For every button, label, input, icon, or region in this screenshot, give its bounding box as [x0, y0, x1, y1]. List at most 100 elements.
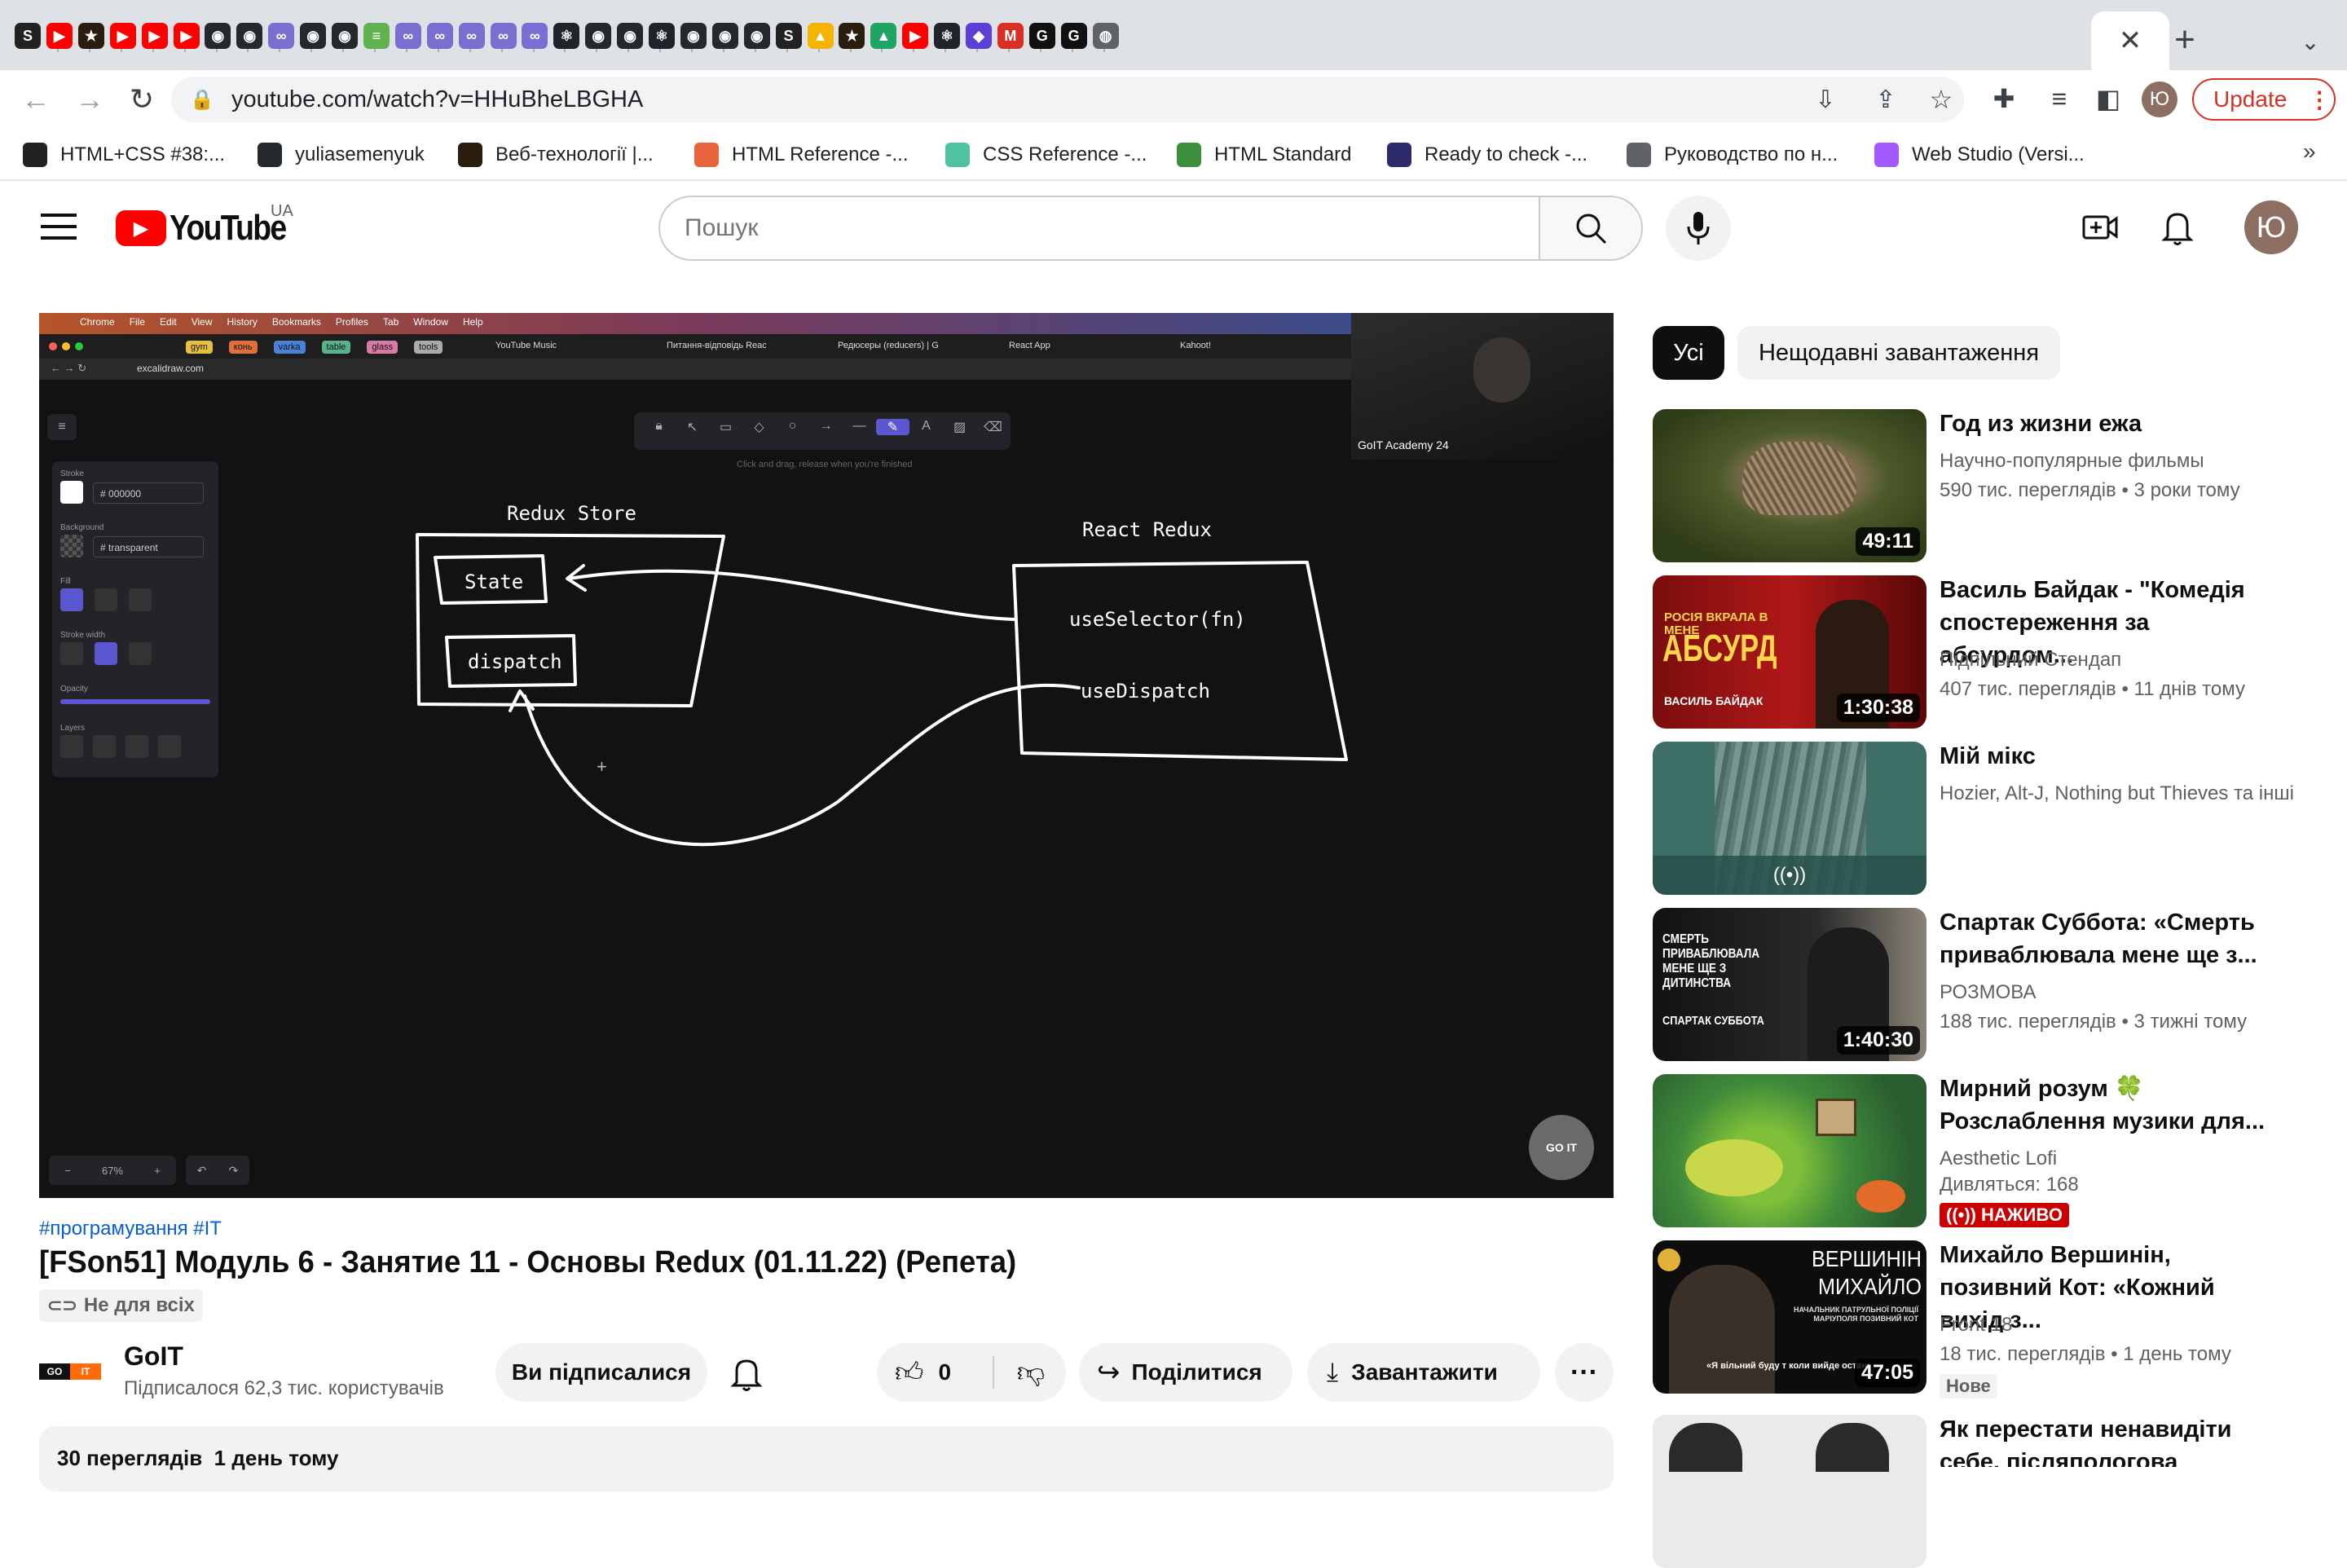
channel-bell-icon[interactable] — [730, 1356, 763, 1392]
lofi-fruit-image — [1856, 1180, 1905, 1213]
bookmark-item[interactable]: HTML Standard — [1177, 139, 1352, 171]
recommendation-title[interactable]: Год из жизни ежа — [1940, 407, 2282, 440]
figma-icon — [1874, 143, 1899, 167]
bookmark-item[interactable]: HTML+CSS #38:... — [23, 139, 225, 171]
reading-list-icon[interactable]: ≡ — [2041, 80, 2078, 117]
recommendation-channel[interactable]: Підпільний Стендап — [1940, 645, 2298, 675]
notifications-bell-icon[interactable] — [2161, 209, 2194, 246]
recommendation-channel[interactable]: РОЗМОВА — [1940, 978, 2298, 1007]
view-count: 188 тис. переглядів — [1940, 1011, 2116, 1033]
search-input[interactable] — [685, 209, 1516, 248]
recommendation-thumbnail[interactable] — [1653, 1415, 1926, 1568]
dislike-button[interactable]: 👎︎ — [996, 1343, 1066, 1402]
share-arrow-icon: ↪ — [1097, 1357, 1121, 1388]
use-selector-label: useSelector(fn) — [1069, 608, 1246, 631]
browser-tab[interactable]: ◍ — [1081, 11, 1130, 60]
update-button[interactable]: Update ⋮ — [2192, 78, 2336, 121]
bookmark-item[interactable]: Web Studio (Versi... — [1874, 139, 2085, 171]
recommendation-channel[interactable]: Научно-популярные фильмы — [1940, 447, 2298, 476]
bookmark-item[interactable]: Ready to check -... — [1387, 139, 1587, 171]
recommendation-thumbnail[interactable]: ((•)) — [1653, 742, 1926, 895]
recommendation-title[interactable]: Мирний розум 🍀 Розслаблення музики для..… — [1940, 1072, 2282, 1138]
redux-store-box — [416, 533, 725, 707]
bookmark-item[interactable]: Веб-технології |... — [458, 139, 654, 171]
recommendation-channel[interactable]: Hozier, Alt-J, Nothing but Thieves та ін… — [1940, 779, 2298, 808]
hamburger-menu-icon[interactable] — [41, 214, 77, 243]
create-video-icon[interactable] — [2081, 210, 2119, 244]
recommendation-thumbnail[interactable] — [1653, 1074, 1926, 1227]
description-box[interactable]: 30 переглядів 1 день тому — [39, 1426, 1614, 1491]
globe-icon — [1627, 143, 1651, 167]
bookmark-label: HTML Reference -... — [732, 143, 909, 165]
tab-search-chevron-icon[interactable]: ⌄ — [2292, 23, 2329, 60]
video-hashtags[interactable]: #програмування #IT — [39, 1218, 222, 1240]
new-tab-icon[interactable]: + — [2164, 20, 2205, 60]
video-title: [FSon51] Модуль 6 - Занятие 11 - Основы … — [39, 1245, 1017, 1280]
extensions-icon[interactable]: ✚ — [1985, 80, 2023, 117]
bookmark-item[interactable]: CSS Reference -... — [945, 139, 1147, 171]
filter-chip[interactable]: Усі — [1653, 326, 1724, 380]
recommendation-thumbnail[interactable]: СМЕРТЬ ПРИВАБЛЮВАЛА МЕНЕ ЩЕ З ДИТИНСТВА … — [1653, 908, 1926, 1061]
filter-chip[interactable]: Нещодавні завантаження — [1737, 326, 2060, 380]
bookmark-item[interactable]: Руководство по н... — [1627, 139, 1838, 171]
bookmark-label: Руководство по н... — [1664, 143, 1838, 165]
download-button[interactable]: ⤓ Завантажити — [1307, 1343, 1540, 1402]
bookmark-item[interactable]: yuliasemenyuk — [258, 139, 425, 171]
recommendation-title[interactable]: Мій мікс — [1940, 740, 2282, 773]
thumbs-down-icon: 👎︎ — [1016, 1356, 1046, 1388]
recommendation-channel[interactable]: Aesthetic Lofi — [1940, 1144, 2298, 1174]
duration-badge: 47:05 — [1855, 1359, 1920, 1387]
recommendation-thumbnail[interactable]: 49:11 — [1653, 409, 1926, 562]
bookmark-label: Ready to check -... — [1424, 143, 1588, 165]
account-avatar[interactable]: Ю — [2244, 200, 2298, 254]
share-button[interactable]: ↪ Поділитися — [1079, 1343, 1292, 1402]
recommendation-thumbnail[interactable]: ВЕРШИНІН МИХАЙЛО НАЧАЛЬНИК ПАТРУЛЬНОЇ ПО… — [1653, 1240, 1926, 1394]
reload-icon[interactable]: ↻ — [122, 80, 161, 119]
bookmark-label: HTML+CSS #38:... — [60, 143, 226, 165]
lock-icon[interactable]: 🔒 — [187, 85, 217, 114]
subscribed-button[interactable]: Ви підписалися — [495, 1343, 707, 1402]
recommendation-channel[interactable]: Front 18 — [1940, 1310, 2298, 1340]
bookmark-star-icon[interactable]: ☆ — [1925, 83, 1957, 116]
github-icon — [258, 143, 282, 167]
like-button[interactable]: 👍︎ 0 — [877, 1343, 993, 1402]
bookmark-label: CSS Reference -... — [983, 143, 1147, 165]
lofi-frog-image — [1685, 1139, 1783, 1196]
share-icon[interactable]: ⇪ — [1869, 83, 1902, 116]
thumbnail-quote: «Я вільний буду т коли вийде останній по… — [1706, 1361, 1869, 1371]
more-bookmarks-icon[interactable]: » — [2303, 139, 2316, 165]
profile-avatar[interactable]: Ю — [2142, 81, 2177, 117]
side-panel-icon[interactable]: ◧ — [2089, 80, 2127, 117]
voice-search-button[interactable] — [1666, 196, 1731, 261]
video-player[interactable]: Chrome File Edit View History Bookmarks Profil… — [39, 313, 1614, 1198]
duration-badge: 1:40:30 — [1836, 1026, 1920, 1055]
active-tab[interactable]: ✕ — [2091, 11, 2169, 70]
s-circle-icon — [23, 143, 47, 167]
thumbnail-caption: СМЕРТЬ ПРИВАБЛЮВАЛА МЕНЕ ЩЕ З ДИТИНСТВА — [1662, 932, 1760, 990]
restriction-badge: ⊂⊃ Не для всіх — [39, 1289, 203, 1322]
search-button[interactable] — [1539, 196, 1643, 261]
back-icon[interactable]: ← — [16, 80, 55, 119]
link-icon: ⊂⊃ — [47, 1295, 77, 1315]
live-badge-label: НАЖИВО — [1981, 1205, 2063, 1225]
upload-age: 3 тижні тому — [2133, 1011, 2248, 1033]
recommendation-title[interactable]: Спартак Суббота: «Смерть приваблювала ме… — [1940, 906, 2282, 971]
bookmark-item[interactable]: HTML Reference -... — [694, 139, 909, 171]
install-app-icon[interactable]: ⇩ — [1809, 83, 1842, 116]
recommendation-title[interactable]: Як перестати ненавидіти себе, післяполог… — [1940, 1413, 2282, 1467]
channel-name[interactable]: GoIT — [124, 1341, 183, 1372]
recommendation-thumbnail[interactable]: РОСІЯ ВКРАЛА В МЕНЕ АБСУРД ВАСИЛЬ БАЙДАК… — [1653, 575, 1926, 729]
podcast-guest-image — [1816, 1423, 1889, 1472]
forward-icon[interactable]: → — [70, 80, 109, 119]
thumbs-up-icon: 👍︎ — [895, 1356, 924, 1388]
upload-age: 1 день тому — [2123, 1343, 2231, 1365]
url-text[interactable]: youtube.com/watch?v=HHuBheLBGHA — [231, 86, 643, 113]
thumbnail-headline: АБСУРД — [1662, 627, 1777, 669]
redux-store-title: Redux Store — [507, 502, 636, 525]
more-actions-button[interactable]: ··· — [1555, 1343, 1614, 1402]
question-icon — [1177, 143, 1201, 167]
close-tab-icon[interactable]: ✕ — [2111, 21, 2150, 60]
channel-avatar[interactable]: GO IT — [39, 1353, 101, 1390]
address-bar[interactable]: 🔒 youtube.com/watch?v=HHuBheLBGHA ⇩ ⇪ ☆ — [171, 77, 1964, 122]
codecademy-icon — [694, 143, 719, 167]
